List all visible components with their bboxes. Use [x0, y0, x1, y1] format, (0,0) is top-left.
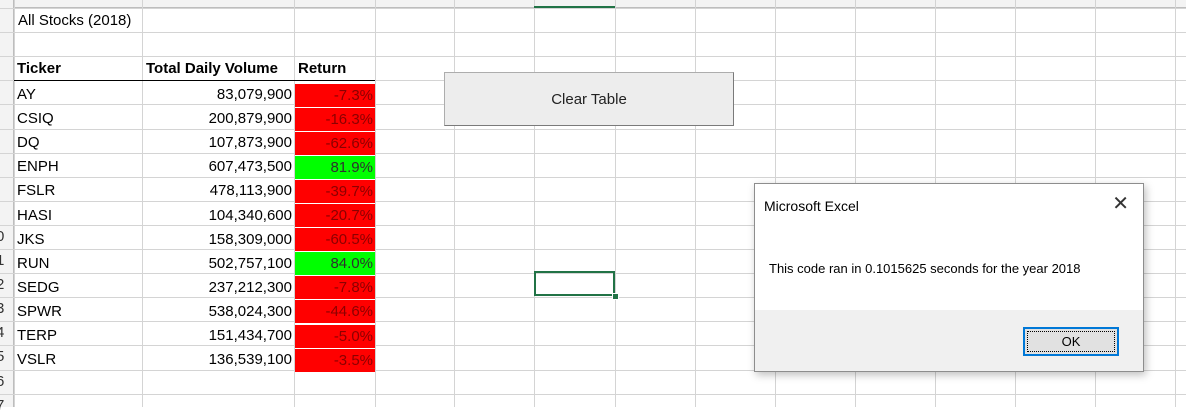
ticker-cell[interactable]: FSLR	[17, 179, 55, 202]
clear-table-button[interactable]: Clear Table	[444, 72, 734, 126]
volume-cell[interactable]: 237,212,300	[142, 276, 292, 299]
row-gridline	[0, 32, 1186, 34]
header-ticker[interactable]: Ticker	[17, 57, 61, 80]
return-cell[interactable]: -20.7%	[295, 204, 375, 227]
dialog-footer: OK	[755, 310, 1143, 371]
row-number[interactable]: 1	[0, 249, 10, 273]
ticker-cell[interactable]: RUN	[17, 252, 50, 275]
volume-cell[interactable]: 538,024,300	[142, 300, 292, 323]
return-cell[interactable]: -62.6%	[295, 131, 375, 155]
return-cell[interactable]: 81.9%	[295, 155, 375, 179]
volume-cell[interactable]: 136,539,100	[142, 348, 292, 371]
volume-cell[interactable]: 158,309,000	[142, 228, 292, 251]
row-number[interactable]: 0	[0, 225, 10, 249]
return-cell[interactable]: -3.5%	[295, 348, 375, 372]
active-column-indicator	[534, 6, 615, 8]
ticker-cell[interactable]: SEDG	[17, 276, 60, 299]
row-gridline	[0, 393, 1186, 395]
return-cell[interactable]: -44.6%	[295, 300, 375, 324]
selected-cell[interactable]	[534, 271, 615, 296]
return-cell[interactable]: 84.0%	[295, 252, 375, 276]
ticker-cell[interactable]: DQ	[17, 131, 40, 154]
volume-cell[interactable]: 200,879,900	[142, 107, 292, 130]
row-number[interactable]: 2	[0, 273, 10, 297]
volume-cell[interactable]: 502,757,100	[142, 252, 292, 275]
ticker-cell[interactable]: AY	[17, 83, 36, 106]
row-number[interactable]: 3	[0, 297, 10, 321]
sheet-title[interactable]: All Stocks (2018)	[18, 9, 131, 32]
row-number[interactable]: 5	[0, 345, 10, 369]
return-cell[interactable]: -60.5%	[295, 228, 375, 252]
volume-cell[interactable]: 607,473,500	[142, 155, 292, 178]
return-cell[interactable]: -7.3%	[295, 83, 375, 107]
row-number[interactable]: 7	[0, 394, 10, 418]
volume-cell[interactable]: 83,079,900	[142, 83, 292, 106]
ticker-cell[interactable]: ENPH	[17, 155, 59, 178]
row-number[interactable]: 6	[0, 370, 10, 394]
ticker-cell[interactable]: VSLR	[17, 348, 56, 371]
ok-button[interactable]: OK	[1023, 327, 1119, 356]
ticker-cell[interactable]: SPWR	[17, 300, 62, 323]
message-dialog: Microsoft Excel ✕ This code ran in 0.101…	[754, 183, 1144, 372]
header-underline	[14, 80, 375, 81]
ticker-cell[interactable]: JKS	[17, 228, 45, 251]
ok-focus-ring	[1027, 331, 1115, 352]
header-return[interactable]: Return	[298, 57, 346, 80]
return-cell[interactable]: -39.7%	[295, 179, 375, 203]
return-cell[interactable]: -5.0%	[295, 324, 375, 348]
dialog-title: Microsoft Excel	[764, 198, 859, 214]
fill-handle[interactable]	[612, 293, 619, 300]
row-number[interactable]: 4	[0, 321, 10, 345]
ticker-cell[interactable]: HASI	[17, 204, 52, 227]
dialog-message: This code ran in 0.1015625 seconds for t…	[769, 261, 1081, 276]
row-gridline	[0, 8, 1186, 9]
ticker-cell[interactable]: CSIQ	[17, 107, 54, 130]
close-icon[interactable]: ✕	[1112, 194, 1129, 214]
ticker-cell[interactable]: TERP	[17, 324, 57, 347]
volume-cell[interactable]: 478,113,900	[142, 179, 292, 202]
return-cell[interactable]: -7.8%	[295, 276, 375, 300]
return-cell[interactable]: -16.3%	[295, 107, 375, 131]
volume-cell[interactable]: 151,434,700	[142, 324, 292, 347]
header-total-daily-volume[interactable]: Total Daily Volume	[146, 57, 278, 80]
volume-cell[interactable]: 107,873,900	[142, 131, 292, 154]
volume-cell[interactable]: 104,340,600	[142, 204, 292, 227]
